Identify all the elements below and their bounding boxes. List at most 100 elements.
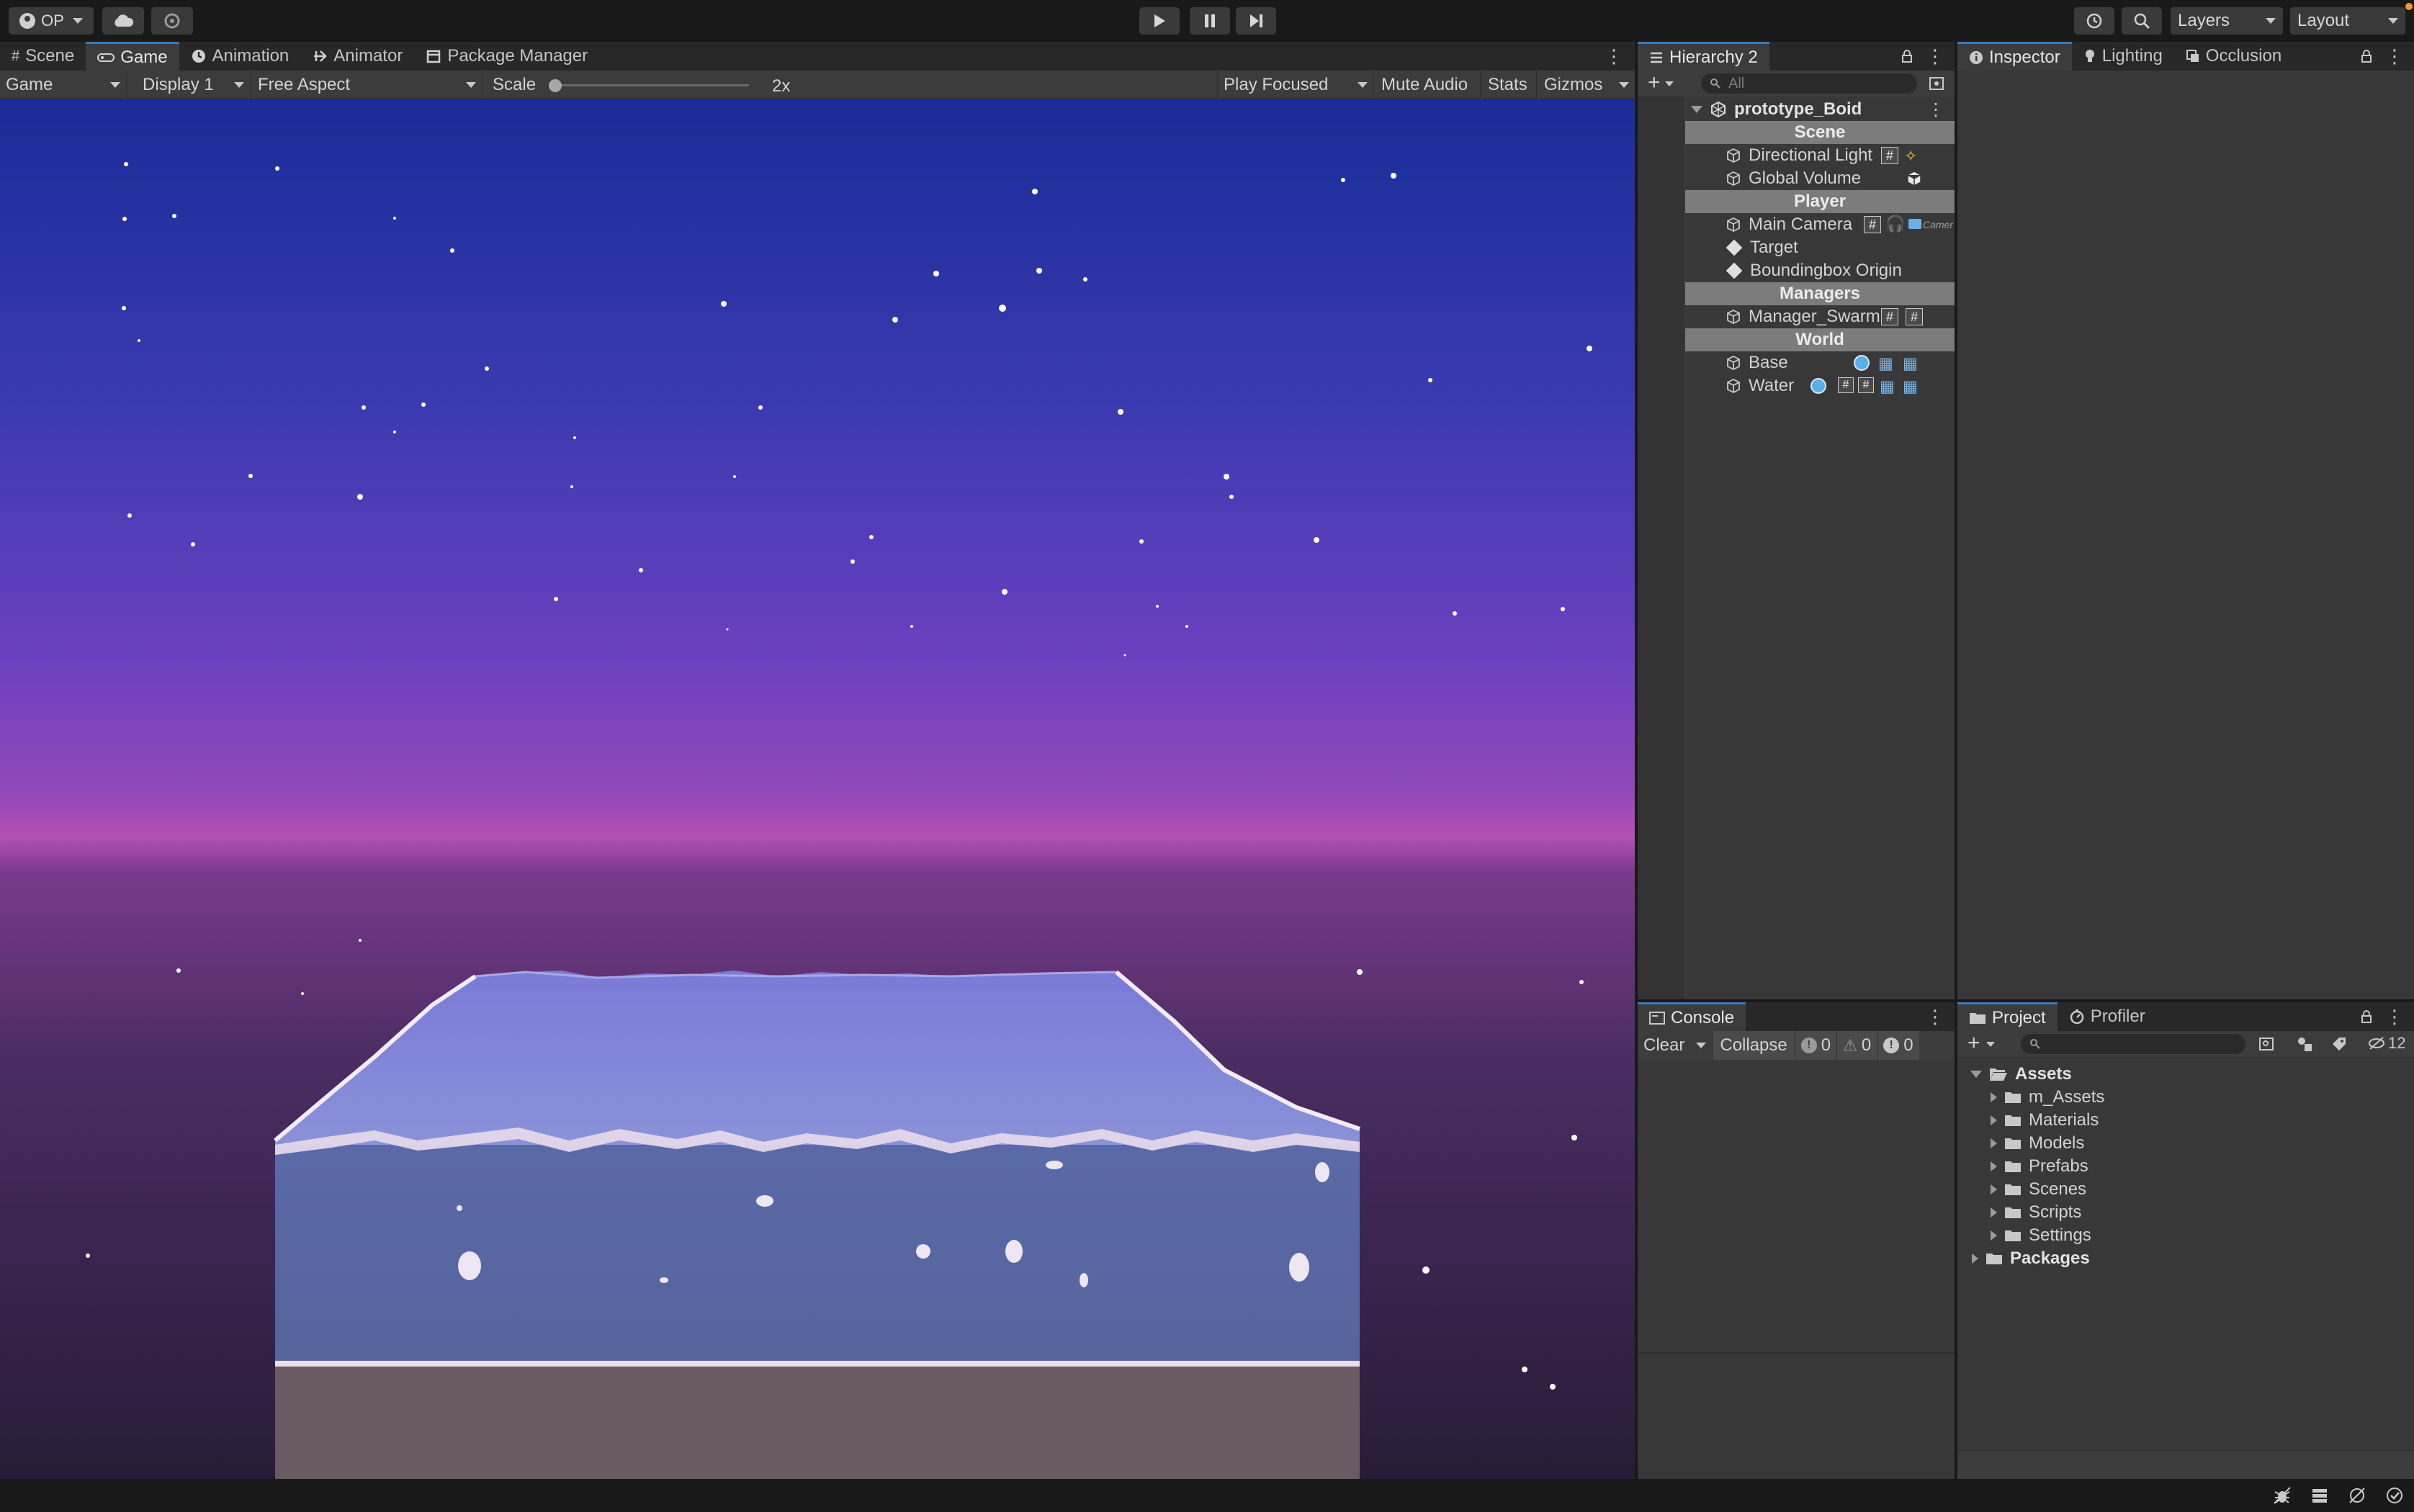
collapsed-arrow-icon[interactable] (1991, 1230, 1997, 1241)
tree-item-scripts[interactable]: Scripts (1957, 1201, 2414, 1224)
tree-item-assets[interactable]: Assets (1957, 1063, 2414, 1086)
cache-server-icon[interactable] (2310, 1486, 2329, 1505)
error-filter-toggle[interactable]: ! 0 (1877, 1031, 1919, 1060)
tree-item-scenes[interactable]: Scenes (1957, 1178, 2414, 1201)
create-plus-icon[interactable]: + (1648, 72, 1661, 94)
create-plus-icon[interactable]: + (1967, 1032, 1980, 1054)
lock-icon[interactable] (1901, 49, 1913, 63)
lock-icon[interactable] (2361, 1009, 2372, 1024)
game-controller-icon (97, 53, 115, 62)
tree-label: Scenes (2029, 1179, 2087, 1199)
project-search-input[interactable] (2021, 1034, 2245, 1054)
tree-item-models[interactable]: Models (1957, 1132, 2414, 1155)
scale-slider-handle[interactable] (549, 79, 562, 92)
hierarchy-item-global-volume[interactable]: Global Volume (1638, 167, 1955, 190)
step-button[interactable] (1236, 7, 1276, 35)
hierarchy-header-scene[interactable]: Scene (1685, 121, 1955, 144)
hierarchy-search-input[interactable]: All (1701, 73, 1917, 94)
layers-dropdown[interactable]: Layers (2171, 7, 2283, 35)
hierarchy-item-base[interactable]: Base ▦ ▦ (1638, 351, 1955, 374)
lock-icon[interactable] (2361, 49, 2372, 63)
collapse-toggle[interactable]: Collapse (1713, 1031, 1795, 1060)
play-button[interactable] (1139, 7, 1180, 35)
search-button[interactable] (2122, 7, 2162, 35)
clear-dropdown[interactable]: Clear (1638, 1031, 1713, 1060)
hierarchy-header-player[interactable]: Player (1685, 190, 1955, 213)
tree-item-m-assets[interactable]: m_Assets (1957, 1086, 2414, 1109)
hierarchy-item-main-camera[interactable]: Main Camera # 🎧 Camer (1638, 213, 1955, 236)
tree-item-packages[interactable]: Packages (1957, 1247, 2414, 1270)
chevron-down-icon[interactable] (1986, 1042, 1995, 1047)
hierarchy-item-manager-swarm[interactable]: Manager_Swarm # # (1638, 305, 1955, 328)
tab-animator[interactable]: Animator (300, 42, 414, 71)
tree-item-settings[interactable]: Settings (1957, 1224, 2414, 1247)
aspect-dropdown[interactable]: Free Aspect (252, 71, 483, 99)
mute-audio-label: Mute Audio (1381, 75, 1468, 94)
tab-label: Inspector (1989, 47, 2060, 67)
filter-by-type-icon[interactable] (2296, 1035, 2313, 1053)
hierarchy-item-target[interactable]: Target (1638, 236, 1955, 259)
tab-scene[interactable]: # Scene (0, 42, 86, 71)
expand-arrow-icon[interactable] (1691, 106, 1702, 113)
tree-item-prefabs[interactable]: Prefabs (1957, 1155, 2414, 1178)
game-mode-dropdown[interactable]: Game (0, 71, 127, 99)
tab-console[interactable]: Console (1638, 1002, 1746, 1031)
tab-hierarchy[interactable]: Hierarchy 2 (1638, 42, 1769, 71)
filter-by-label-icon[interactable] (2330, 1035, 2348, 1053)
console-splitter[interactable] (1638, 1352, 1955, 1354)
hierarchy-header-managers[interactable]: Managers (1685, 282, 1955, 305)
hierarchy-item-water[interactable]: Water # # ▦ ▦ (1638, 374, 1955, 397)
panel-menu-kebab-icon[interactable]: ⋮ (1926, 45, 1944, 68)
panel-menu-kebab-icon[interactable]: ⋮ (2385, 45, 2404, 68)
hierarchy-item-boundingbox-origin[interactable]: Boundingbox Origin (1638, 259, 1955, 282)
panel-menu-kebab-icon[interactable]: ⋮ (1926, 1006, 1944, 1028)
tree-item-materials[interactable]: Materials (1957, 1109, 2414, 1132)
hierarchy-item-directional-light[interactable]: Directional Light # ✧ (1638, 144, 1955, 167)
mute-audio-toggle[interactable]: Mute Audio (1376, 71, 1481, 99)
hierarchy-root-row[interactable]: prototype_Boid ⋮ (1638, 98, 1955, 121)
history-button[interactable] (2074, 7, 2114, 35)
scene-menu-kebab-icon[interactable]: ⋮ (1927, 99, 1944, 120)
layout-dropdown[interactable]: Layout (2290, 7, 2405, 35)
collapsed-arrow-icon[interactable] (1991, 1092, 1997, 1102)
collapsed-arrow-icon[interactable] (1991, 1184, 1997, 1194)
tab-animation[interactable]: Animation (179, 42, 301, 71)
game-viewport[interactable] (0, 99, 1635, 1479)
account-dropdown[interactable]: OP (9, 7, 94, 35)
tab-menu-kebab-icon[interactable]: ⋮ (1605, 42, 1635, 71)
checkmark-circle-icon[interactable] (2385, 1486, 2404, 1505)
panel-menu-kebab-icon[interactable]: ⋮ (2385, 1006, 2404, 1028)
pause-button[interactable] (1190, 7, 1230, 35)
collapsed-arrow-icon[interactable] (1972, 1254, 1978, 1264)
tab-occlusion[interactable]: Occlusion (2174, 42, 2293, 71)
scale-slider-track[interactable] (550, 84, 749, 86)
hierarchy-header-world[interactable]: World (1685, 328, 1955, 351)
tab-inspector[interactable]: Inspector (1957, 42, 2072, 71)
collapsed-arrow-icon[interactable] (1991, 1207, 1997, 1218)
display-dropdown[interactable]: Display 1 (137, 71, 251, 99)
search-scope-icon[interactable] (2258, 1037, 2274, 1051)
info-filter-toggle[interactable]: ! 0 (1795, 1031, 1838, 1060)
collab-button[interactable] (151, 7, 193, 35)
play-focused-dropdown[interactable]: Play Focused (1217, 71, 1374, 99)
light-sun-icon: ✧ (1904, 147, 1918, 165)
tab-profiler[interactable]: Profiler (2058, 1002, 2157, 1031)
tab-lighting[interactable]: Lighting (2072, 42, 2174, 71)
debug-bug-icon[interactable] (2273, 1486, 2292, 1505)
stats-toggle[interactable]: Stats (1482, 71, 1537, 99)
tab-package-manager[interactable]: Package Manager (414, 42, 599, 71)
cloud-button[interactable] (102, 7, 144, 35)
collapsed-arrow-icon[interactable] (1991, 1138, 1997, 1148)
network-off-icon[interactable] (2348, 1486, 2366, 1505)
collapsed-arrow-icon[interactable] (1991, 1161, 1997, 1171)
expand-arrow-icon[interactable] (1970, 1071, 1982, 1078)
collapsed-arrow-icon[interactable] (1991, 1115, 1997, 1125)
tab-project[interactable]: Project (1957, 1002, 2058, 1031)
chevron-down-icon[interactable] (1665, 81, 1674, 86)
gizmos-dropdown[interactable]: Gizmos (1538, 71, 1635, 99)
warning-filter-toggle[interactable]: ⚠ 0 (1837, 1031, 1878, 1060)
tab-game[interactable]: Game (86, 42, 179, 71)
hidden-packages-toggle[interactable]: 12 (2368, 1034, 2405, 1053)
mesh-grid-icon: ▦ (1880, 377, 1895, 395)
scene-visibility-icon[interactable] (1929, 76, 1944, 91)
